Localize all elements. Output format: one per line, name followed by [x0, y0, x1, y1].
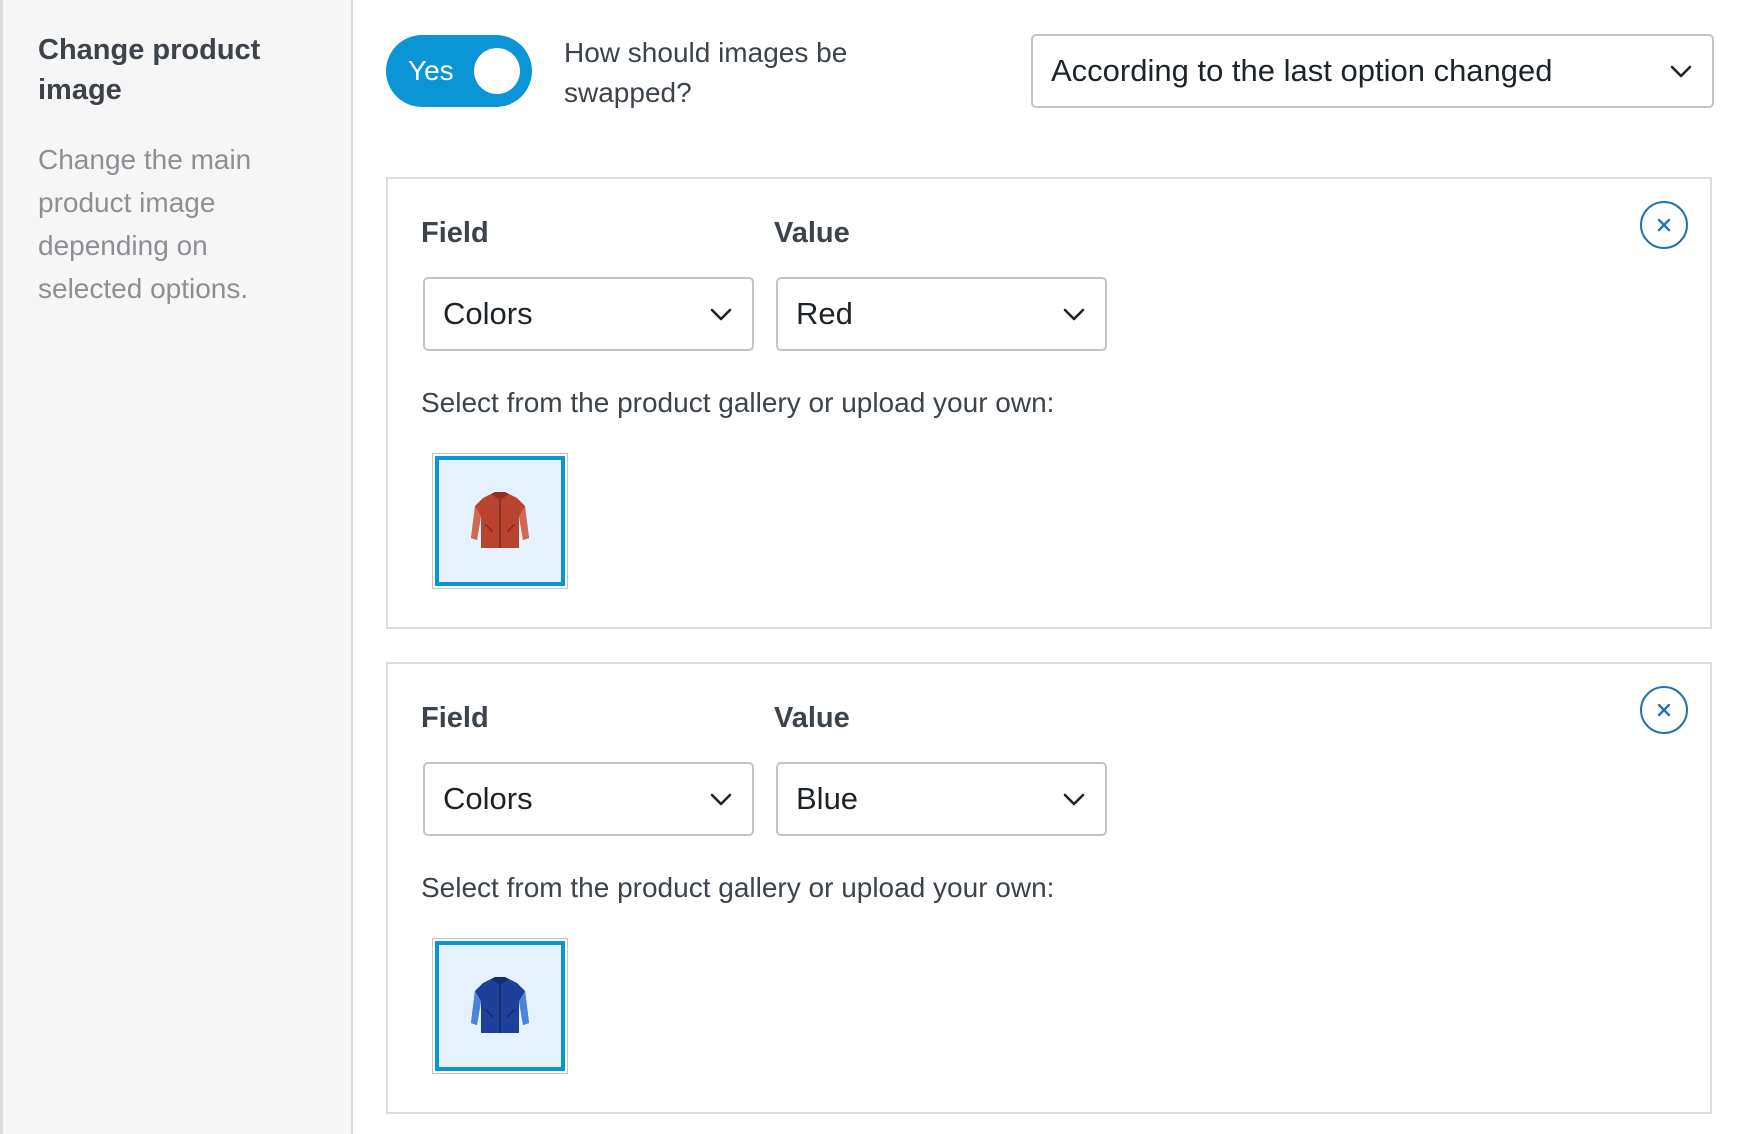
close-icon	[1657, 218, 1671, 232]
value-select[interactable]: Blue	[776, 762, 1107, 836]
setting-description-column: Change product image Change the main pro…	[0, 0, 353, 1134]
settings-page: Change product image Change the main pro…	[0, 0, 1746, 1134]
swap-question-label: How should images be swapped?	[564, 37, 848, 108]
image-swap-rule: Field Value Colors Blue Select from the …	[386, 662, 1712, 1114]
setting-title: Change product image	[38, 34, 261, 106]
chevron-down-icon	[1670, 65, 1692, 78]
product-image-thumbnail[interactable]	[432, 938, 568, 1074]
selected-thumbnail-frame	[435, 456, 565, 586]
field-select[interactable]: Colors	[423, 762, 754, 836]
enable-image-swap-toggle[interactable]: Yes	[386, 35, 532, 107]
field-label: Field	[421, 702, 489, 734]
field-selected-value: Colors	[443, 296, 533, 331]
chevron-down-icon	[710, 793, 732, 806]
swap-mode-selected-value: According to the last option changed	[1051, 53, 1553, 88]
gallery-hint: Select from the product gallery or uploa…	[421, 872, 1055, 903]
product-image-thumbnail[interactable]	[432, 453, 568, 589]
toggle-knob	[474, 48, 520, 94]
chevron-down-icon	[1063, 308, 1085, 321]
swap-mode-select[interactable]: According to the last option changed	[1031, 34, 1714, 108]
remove-rule-button[interactable]	[1640, 686, 1688, 734]
close-icon	[1657, 703, 1671, 717]
field-selected-value: Colors	[443, 781, 533, 816]
setting-description: Change the main product image depending …	[38, 144, 252, 304]
value-selected-value: Blue	[796, 781, 859, 816]
gallery-hint: Select from the product gallery or uploa…	[421, 387, 1055, 418]
blue-jacket-icon	[471, 977, 529, 1033]
remove-rule-button[interactable]	[1640, 201, 1688, 249]
value-select[interactable]: Red	[776, 277, 1107, 351]
field-label: Field	[421, 217, 489, 249]
red-jacket-icon	[471, 492, 529, 548]
value-label: Value	[774, 217, 850, 249]
value-selected-value: Red	[796, 296, 853, 331]
image-swap-rule: Field Value Colors Red Select from the p…	[386, 177, 1712, 629]
field-select[interactable]: Colors	[423, 277, 754, 351]
value-label: Value	[774, 702, 850, 734]
chevron-down-icon	[1063, 793, 1085, 806]
selected-thumbnail-frame	[435, 941, 565, 1071]
chevron-down-icon	[710, 308, 732, 321]
toggle-label: Yes	[408, 55, 454, 86]
